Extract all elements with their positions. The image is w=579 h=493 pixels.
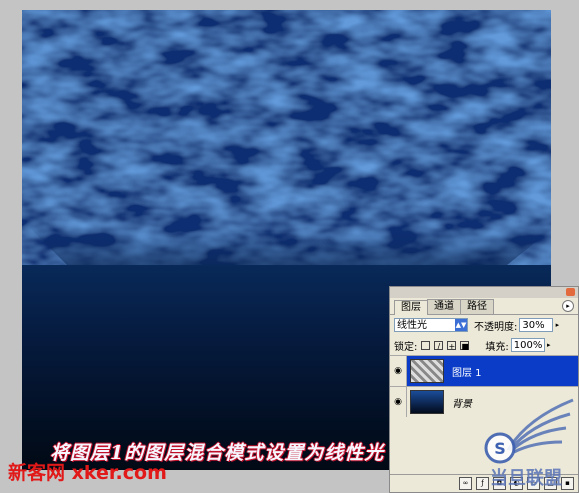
trash-icon[interactable]: ▪ [561, 477, 574, 490]
chevron-down-icon: ▲▼ [455, 319, 467, 331]
tab-paths[interactable]: 路径 [460, 299, 494, 314]
lock-transparent-icon[interactable] [421, 340, 431, 350]
blend-mode-select[interactable]: 线性光 ▲▼ [394, 318, 468, 332]
watermark-right: 当旦联盟 [490, 468, 562, 489]
lock-row: 锁定: / + ■ 填充: 100% ▸ [390, 335, 578, 355]
fill-field[interactable]: 100% [510, 338, 545, 352]
lock-label: 锁定: [394, 341, 418, 353]
panel-titlebar[interactable] [390, 287, 578, 298]
fx-icon[interactable]: ƒ [476, 477, 489, 490]
watermark-left: 新客网 xker.com [8, 462, 167, 484]
tab-channels[interactable]: 通道 [427, 299, 461, 314]
close-icon[interactable] [566, 288, 575, 296]
blend-mode-value: 线性光 [397, 320, 427, 331]
layer-name: 图层 1 [452, 367, 482, 379]
lock-move-icon[interactable]: + [447, 340, 457, 351]
layer-row-layer1[interactable]: ◉ 图层 1 [390, 355, 578, 386]
opacity-slider-icon[interactable]: ▸ [553, 318, 561, 332]
tab-layers[interactable]: 图层 [394, 300, 428, 315]
layer-thumbnail [410, 359, 444, 383]
fill-slider-icon[interactable]: ▸ [545, 338, 553, 352]
link-icon[interactable]: ∞ [459, 477, 472, 490]
opacity-label: 不透明度: [474, 321, 518, 333]
blend-row: 线性光 ▲▼ 不透明度: 30% ▸ [390, 315, 578, 335]
lock-brush-icon[interactable]: / [434, 340, 444, 351]
eye-icon[interactable]: ◉ [390, 356, 407, 386]
opacity-field[interactable]: 30% [519, 318, 554, 332]
panel-menu-icon[interactable]: ▸ [562, 300, 574, 312]
svg-text:S: S [494, 439, 506, 458]
lock-all-icon[interactable]: ■ [460, 340, 470, 351]
fill-label: 填充: [485, 341, 509, 353]
layer-name: 背景 [452, 398, 472, 410]
eye-icon[interactable]: ◉ [390, 387, 407, 417]
panel-tabs: 图层 通道 路径 ▸ [390, 298, 578, 315]
layer-thumbnail [410, 390, 444, 414]
wing-logo-icon: S [484, 398, 574, 464]
